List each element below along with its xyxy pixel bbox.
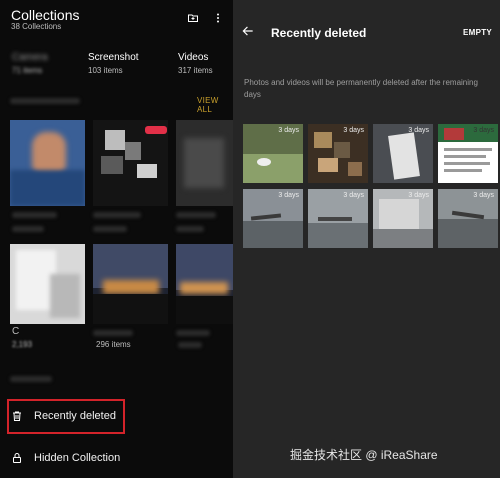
album-count: 317 items (178, 66, 213, 75)
blurred-label (12, 226, 44, 232)
days-remaining: 3 days (408, 127, 429, 134)
album-thumbnail[interactable] (176, 244, 233, 324)
album-count: 103 items (88, 66, 123, 75)
blurred-section-header (10, 376, 52, 382)
deletion-notice: Photos and videos will be permanently de… (244, 78, 478, 99)
deleted-photo[interactable]: 3 days (373, 124, 433, 183)
back-arrow-icon[interactable] (241, 24, 255, 38)
album-thumbnail[interactable] (10, 120, 85, 206)
deleted-photo[interactable]: 3 days (373, 189, 433, 248)
blurred-label (93, 212, 141, 218)
blurred-label (176, 330, 210, 336)
collections-count: 38 Collections (11, 22, 62, 31)
days-remaining: 3 days (408, 192, 429, 199)
album-thumbnail[interactable] (93, 120, 168, 206)
blurred-label (12, 212, 57, 218)
more-vert-icon[interactable] (212, 12, 224, 24)
blurred-section-header (10, 98, 80, 104)
days-remaining: 3 days (473, 192, 494, 199)
hidden-collection-label: Hidden Collection (34, 452, 121, 464)
album-count: 71 items (12, 66, 43, 75)
album-count: 296 items (96, 340, 131, 349)
album-label: Screenshot (88, 52, 139, 63)
album-thumbnail[interactable] (176, 120, 233, 206)
days-remaining: 3 days (473, 127, 494, 134)
highlight-box (7, 399, 125, 434)
blurred-label (178, 342, 202, 348)
empty-button[interactable]: EMPTY (463, 28, 492, 37)
album-label: C (12, 326, 20, 337)
album-thumbnail[interactable] (10, 244, 85, 324)
album-count: 2,193 (12, 340, 33, 349)
deleted-photo[interactable]: 3 days (243, 124, 303, 183)
deleted-photo[interactable]: 3 days (308, 124, 368, 183)
days-remaining: 3 days (343, 127, 364, 134)
deleted-photo[interactable]: 3 days (243, 189, 303, 248)
blurred-label (176, 226, 204, 232)
days-remaining: 3 days (343, 192, 364, 199)
collections-title: Collections (11, 7, 80, 23)
deleted-photo[interactable]: 3 days (438, 124, 498, 183)
collections-panel: Collections 38 Collections Camera 71 ite… (0, 0, 233, 478)
album-label: Camera (12, 52, 48, 63)
deleted-photo[interactable]: 3 days (438, 189, 498, 248)
lock-icon (11, 452, 23, 464)
view-all-link[interactable]: VIEW ALL (197, 96, 233, 114)
recently-deleted-panel: Recently deleted EMPTY Photos and videos… (233, 0, 500, 478)
page-title: Recently deleted (271, 26, 367, 40)
deleted-photo[interactable]: 3 days (308, 189, 368, 248)
days-remaining: 3 days (278, 192, 299, 199)
watermark: 掘金技术社区 @ iReaShare (290, 448, 438, 462)
blurred-label (93, 330, 133, 336)
album-label: Videos (178, 52, 209, 63)
add-folder-icon[interactable] (187, 12, 199, 24)
blurred-label (176, 212, 216, 218)
blurred-label (93, 226, 127, 232)
days-remaining: 3 days (278, 127, 299, 134)
album-thumbnail[interactable] (93, 244, 168, 324)
